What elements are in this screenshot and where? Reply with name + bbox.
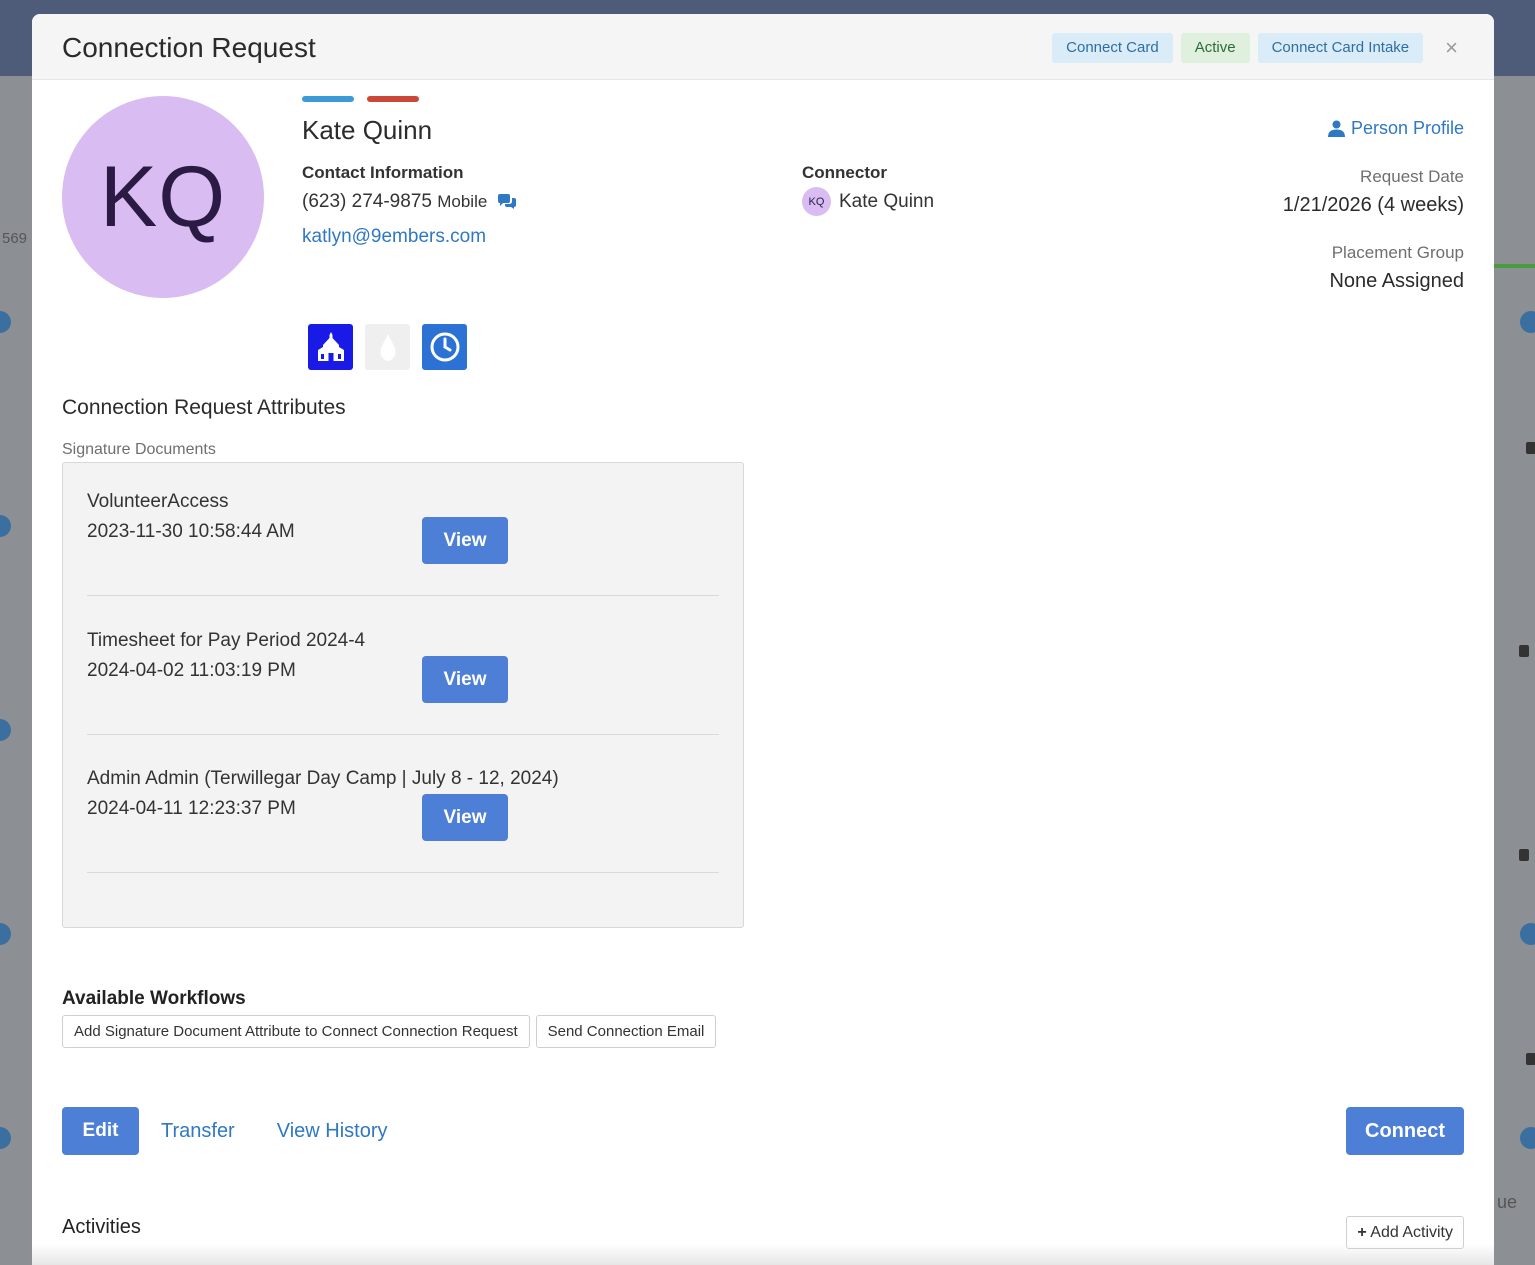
view-document-button[interactable]: View <box>422 656 508 703</box>
connector-avatar: KQ <box>802 187 831 216</box>
person-name: Kate Quinn <box>302 115 433 145</box>
person-icon <box>1327 120 1345 137</box>
phone-type: Mobile <box>437 192 488 211</box>
signature-documents-list: VolunteerAccess 2023-11-30 10:58:44 AM V… <box>62 462 744 928</box>
plus-icon: + <box>1357 1223 1367 1241</box>
background-accent-line <box>1494 264 1535 268</box>
status-color-bar <box>367 96 419 102</box>
background-dot <box>1520 923 1535 945</box>
background-fragment: ue <box>1497 1192 1518 1212</box>
attributes-title: Connection Request Attributes <box>62 396 346 419</box>
list-item: VolunteerAccess 2023-11-30 10:58:44 AM V… <box>87 491 719 596</box>
document-date: 2024-04-02 11:03:19 PM <box>87 660 296 681</box>
connect-button[interactable]: Connect <box>1346 1107 1464 1155</box>
status-badges: Connect Card Active Connect Card Intake … <box>1052 33 1458 63</box>
workflows-title: Available Workflows <box>62 988 246 1009</box>
person-profile-link[interactable]: Person Profile <box>1327 118 1464 139</box>
transfer-button[interactable]: Transfer <box>161 1120 235 1143</box>
connector-label: Connector <box>802 163 887 182</box>
attribute-icons <box>308 324 467 370</box>
action-row: Edit Transfer View History <box>62 1107 388 1155</box>
background-calendar-icon <box>1519 645 1529 657</box>
view-history-button[interactable]: View History <box>277 1120 388 1143</box>
phone-number: (623) 274-9875 Mobile <box>302 191 517 213</box>
campus-color-bar <box>302 96 354 102</box>
document-name: Timesheet for Pay Period 2024-4 <box>87 630 366 651</box>
contact-info-label: Contact Information <box>302 163 464 182</box>
background-dot <box>1520 1127 1535 1149</box>
activities-title: Activities <box>62 1216 141 1238</box>
view-document-button[interactable]: View <box>422 794 508 841</box>
clock-icon[interactable] <box>422 324 467 370</box>
person-profile-label: Person Profile <box>1350 118 1464 138</box>
scroll-fade <box>32 1244 1494 1265</box>
type-badge: Connect Card <box>1052 33 1173 63</box>
placement-group-value: None Assigned <box>1329 270 1464 292</box>
email-link[interactable]: katlyn@9embers.com <box>302 226 486 248</box>
placement-group-label: Placement Group <box>1331 243 1464 262</box>
phone-value: (623) 274-9875 <box>302 191 432 212</box>
modal-title: Connection Request <box>62 32 316 63</box>
document-date: 2023-11-30 10:58:44 AM <box>87 521 295 542</box>
background-calendar-icon <box>1526 442 1535 454</box>
add-signature-workflow-button[interactable]: Add Signature Document Attribute to Conn… <box>62 1015 530 1048</box>
request-date-label: Request Date <box>1360 167 1464 186</box>
chat-icon[interactable] <box>497 193 517 210</box>
workflow-buttons: Add Signature Document Attribute to Conn… <box>62 1015 717 1048</box>
connection-request-modal: Connection Request Connect Card Active C… <box>32 14 1494 1265</box>
add-activity-label: Add Activity <box>1370 1223 1453 1241</box>
document-name: Admin Admin (Terwillegar Day Camp | July… <box>87 768 559 789</box>
edit-button[interactable]: Edit <box>62 1107 139 1155</box>
signature-documents-label: Signature Documents <box>62 441 216 458</box>
background-calendar-icon <box>1526 1053 1535 1065</box>
background-calendar-icon <box>1519 849 1529 861</box>
church-icon[interactable] <box>308 324 353 370</box>
connector-name: Kate Quinn <box>839 190 935 212</box>
avatar: KQ <box>62 96 264 298</box>
status-badge: Active <box>1180 33 1250 63</box>
background-dot <box>1520 311 1535 333</box>
background-number: 569 <box>2 230 28 247</box>
modal-header: Connection Request Connect Card Active C… <box>32 14 1494 80</box>
list-item: Admin Admin (Terwillegar Day Camp | July… <box>87 768 719 873</box>
send-email-workflow-button[interactable]: Send Connection Email <box>535 1015 717 1048</box>
document-date: 2024-04-11 12:23:37 PM <box>87 798 296 819</box>
water-drop-icon[interactable] <box>365 324 410 370</box>
connector: KQ Kate Quinn <box>802 187 934 216</box>
view-document-button[interactable]: View <box>422 517 508 564</box>
document-name: VolunteerAccess <box>87 491 229 512</box>
request-date-value: 1/21/2026 (4 weeks) <box>1282 194 1464 216</box>
list-item: Timesheet for Pay Period 2024-4 2024-04-… <box>87 630 719 735</box>
close-icon[interactable]: × <box>1445 35 1458 61</box>
opportunity-badge: Connect Card Intake <box>1257 33 1424 63</box>
